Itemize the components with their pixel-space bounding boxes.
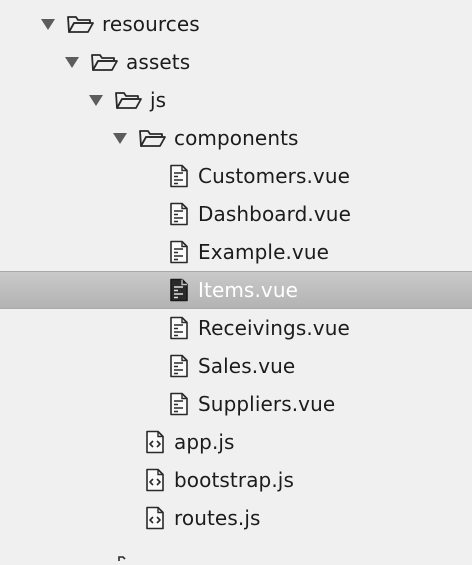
tree-item-app-js[interactable]: app.js bbox=[0, 423, 472, 461]
tree-item-label: routes.js bbox=[174, 506, 261, 530]
tree-item-bootstrap-js[interactable]: bootstrap.js bbox=[0, 461, 472, 499]
tree-item-customers-vue[interactable]: Customers.vue bbox=[0, 157, 472, 195]
tree-item-label: Receivings.vue bbox=[198, 316, 350, 340]
project-file-tree: resources assets js components Customers… bbox=[0, 0, 472, 561]
tree-item-label: Sales.vue bbox=[198, 354, 296, 378]
folder-icon-partial bbox=[118, 546, 132, 561]
folder-open-icon bbox=[66, 14, 94, 34]
tree-item-label: Dashboard.vue bbox=[198, 202, 351, 226]
tree-item-components[interactable]: components bbox=[0, 119, 472, 157]
tree-item-label: js bbox=[150, 88, 167, 112]
vue-file-icon bbox=[168, 278, 190, 302]
tree-item-label: Example.vue bbox=[198, 240, 330, 264]
vue-file-icon bbox=[168, 316, 190, 340]
tree-item-receivings-vue[interactable]: Receivings.vue bbox=[0, 309, 472, 347]
chevron-down-icon[interactable] bbox=[64, 55, 80, 69]
js-file-icon bbox=[144, 506, 166, 530]
tree-item-label: assets bbox=[126, 50, 191, 74]
tree-item-dashboard-vue[interactable]: Dashboard.vue bbox=[0, 195, 472, 233]
tree-item-suppliers-vue[interactable]: Suppliers.vue bbox=[0, 385, 472, 423]
tree-item-assets[interactable]: assets bbox=[0, 43, 472, 81]
js-file-icon bbox=[144, 430, 166, 454]
vue-file-icon bbox=[168, 354, 190, 378]
tree-item-label: components bbox=[174, 126, 299, 150]
vue-file-icon bbox=[168, 202, 190, 226]
tree-item-label: bootstrap.js bbox=[174, 468, 294, 492]
vue-file-icon bbox=[168, 164, 190, 188]
tree-item-resources[interactable]: resources bbox=[0, 5, 472, 43]
chevron-down-icon[interactable] bbox=[40, 17, 56, 31]
chevron-down-icon[interactable] bbox=[112, 131, 128, 145]
js-file-icon bbox=[144, 468, 166, 492]
tree-item-label: Customers.vue bbox=[198, 164, 351, 188]
tree-item-routes-js[interactable]: routes.js bbox=[0, 499, 472, 537]
vue-file-icon bbox=[168, 392, 190, 416]
tree-item-label: resources bbox=[102, 12, 200, 36]
folder-open-icon bbox=[138, 128, 166, 148]
tree-item-label: Suppliers.vue bbox=[198, 392, 336, 416]
vue-file-icon bbox=[168, 240, 190, 264]
folder-open-icon bbox=[114, 90, 142, 110]
chevron-down-icon[interactable] bbox=[88, 93, 104, 107]
folder-open-icon bbox=[90, 52, 118, 72]
tree-item-example-vue[interactable]: Example.vue bbox=[0, 233, 472, 271]
tree-item-label: app.js bbox=[174, 430, 235, 454]
tree-item-label: Items.vue bbox=[198, 278, 299, 302]
tree-item-js[interactable]: js bbox=[0, 81, 472, 119]
tree-item-items-vue[interactable]: Items.vue bbox=[0, 271, 472, 309]
tree-item-sales-vue[interactable]: Sales.vue bbox=[0, 347, 472, 385]
